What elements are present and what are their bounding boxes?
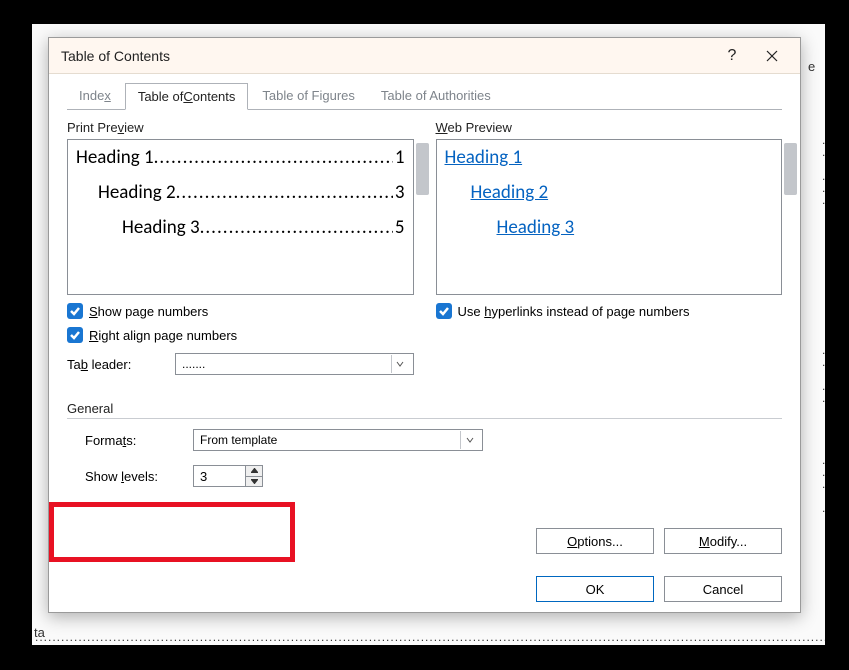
leader-dots: ........................................…: [154, 146, 393, 169]
bg-text-ta: ta: [34, 625, 45, 640]
tab-toc[interactable]: Table of Contents: [125, 83, 249, 110]
close-button[interactable]: [752, 41, 792, 71]
tab-tof[interactable]: Table of Figures: [250, 82, 367, 109]
general-group-label: General: [67, 401, 782, 416]
preview-h1: Heading 1: [76, 146, 154, 169]
chevron-down-icon: [391, 355, 409, 373]
bg-dots: ....: [822, 344, 825, 404]
web-preview-label: Web Preview: [436, 120, 783, 135]
right-align-label[interactable]: Right align page numbers: [89, 328, 237, 343]
tab-leader-label: Tab leader:: [67, 357, 167, 372]
web-preview-scrollbar[interactable]: [784, 143, 797, 195]
leader-dots: ........................................…: [176, 181, 393, 204]
tab-leader-value: .......: [182, 357, 391, 371]
show-levels-value[interactable]: 3: [194, 466, 245, 486]
options-button[interactable]: Options...: [536, 528, 654, 554]
preview-h2: Heading 2: [98, 181, 176, 204]
chevron-down-icon: [460, 431, 478, 449]
formats-value: From template: [200, 433, 460, 447]
ok-button[interactable]: OK: [536, 576, 654, 602]
show-levels-spinner[interactable]: 3: [193, 465, 263, 487]
bg-dots: .....: [822, 134, 825, 206]
toc-dialog: Table of Contents ? Index Table of Conte…: [48, 37, 801, 613]
tab-strip: Index Table of Contents Table of Figures…: [67, 82, 782, 110]
preview-p2: 3: [393, 181, 405, 204]
dialog-title: Table of Contents: [61, 48, 712, 64]
spinner-down[interactable]: [246, 477, 262, 487]
tab-toa[interactable]: Table of Authorities: [369, 82, 503, 109]
bg-text-e: e: [808, 59, 815, 74]
modify-button[interactable]: Modify...: [664, 528, 782, 554]
preview-p3: 5: [393, 216, 405, 239]
cancel-button[interactable]: Cancel: [664, 576, 782, 602]
annotation-highlight: [49, 502, 295, 562]
tab-index[interactable]: Index: [67, 82, 123, 109]
formats-dropdown[interactable]: From template: [193, 429, 483, 451]
use-hyperlinks-checkbox[interactable]: [436, 303, 452, 319]
titlebar: Table of Contents ?: [49, 38, 800, 74]
preview-p1: 1: [393, 146, 405, 169]
bg-bottom-dots: ........................................…: [32, 630, 825, 644]
show-page-numbers-label[interactable]: Show page numbers: [89, 304, 208, 319]
show-page-numbers-checkbox[interactable]: [67, 303, 83, 319]
print-preview-box: Heading 1 ..............................…: [67, 139, 414, 295]
use-hyperlinks-label[interactable]: Use hyperlinks instead of page numbers: [458, 304, 690, 319]
web-h1-link[interactable]: Heading 1: [445, 146, 774, 169]
help-button[interactable]: ?: [712, 41, 752, 71]
bg-dots: ....: [822, 454, 825, 514]
web-preview-box: Heading 1 Heading 2 Heading 3: [436, 139, 783, 295]
tab-leader-dropdown[interactable]: .......: [175, 353, 414, 375]
formats-label: Formats:: [85, 433, 185, 448]
spinner-up[interactable]: [246, 466, 262, 477]
leader-dots: ........................................…: [200, 216, 393, 239]
web-h3-link[interactable]: Heading 3: [497, 216, 774, 239]
preview-scrollbar[interactable]: [416, 143, 429, 195]
divider: [67, 418, 782, 419]
show-levels-label: Show levels:: [85, 469, 185, 484]
right-align-checkbox[interactable]: [67, 327, 83, 343]
web-h2-link[interactable]: Heading 2: [471, 181, 774, 204]
print-preview-label: Print Preview: [67, 120, 414, 135]
preview-h3: Heading 3: [122, 216, 200, 239]
